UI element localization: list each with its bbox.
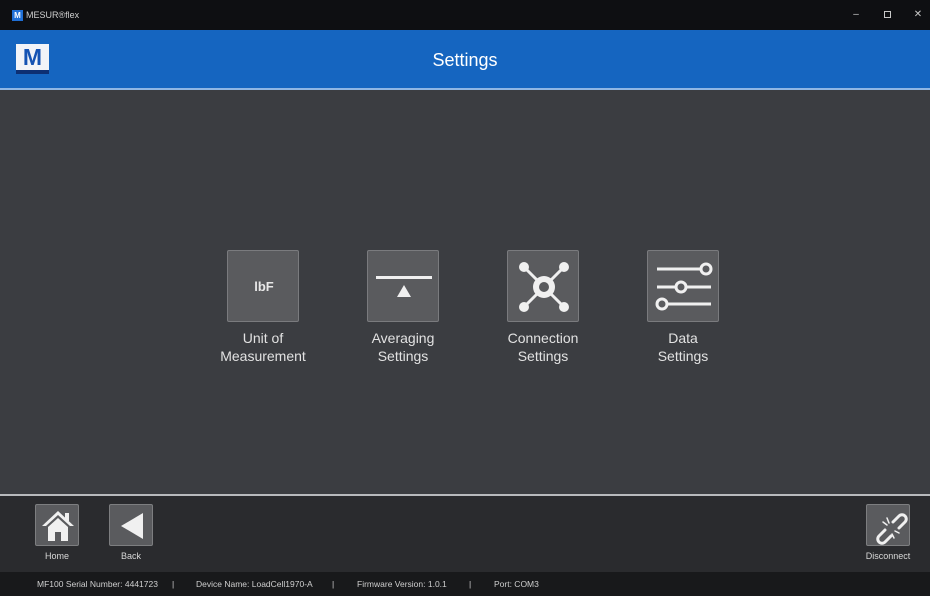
sliders-icon <box>655 262 713 311</box>
averaging-settings-button[interactable] <box>367 250 439 322</box>
maximize-icon <box>883 10 891 18</box>
status-separator: | <box>469 579 472 589</box>
unit-of-measurement-label: Unit of Measurement <box>220 330 306 364</box>
connection-settings-label: Connection Settings <box>507 330 579 364</box>
bottom-toolbar: Home Back Disconnect <box>0 494 930 572</box>
brand-logo-letter: M <box>22 44 43 70</box>
brand-logo: M <box>16 44 49 74</box>
back-arrow-icon <box>121 513 143 539</box>
tile-averaging-settings[interactable]: Averaging Settings <box>348 250 458 365</box>
firmware-version-status: Firmware Version: 1.0.1 <box>357 579 447 589</box>
home-label: Home <box>44 551 69 561</box>
status-bar: MF100 Serial Number: 4441723 | Device Na… <box>0 572 930 596</box>
data-settings-label: Data Settings <box>657 330 709 364</box>
home-nav[interactable]: Home <box>27 504 87 561</box>
app-title: MESUR®flex <box>26 10 80 20</box>
connection-settings-button[interactable] <box>507 250 579 322</box>
minimize-button[interactable]: – <box>846 8 866 22</box>
app-logo-icon: M <box>12 10 23 21</box>
averaging-settings-label: Averaging Settings <box>371 330 435 364</box>
unit-of-measurement-button[interactable]: lbF <box>227 250 299 322</box>
app-window: M MESUR®flex – ✕ Settings M lbF Unit of … <box>0 0 930 596</box>
status-separator: | <box>172 579 175 589</box>
broken-link-icon <box>876 513 908 545</box>
network-hub-icon <box>519 262 569 312</box>
title-bar: M MESUR®flex – ✕ <box>0 0 930 30</box>
data-settings-button[interactable] <box>647 250 719 322</box>
lbf-unit-icon: lbF <box>254 279 274 294</box>
device-name-status: Device Name: LoadCell1970-A <box>196 579 313 589</box>
balance-scale-icon <box>376 276 432 297</box>
back-label: Back <box>120 551 141 561</box>
disconnect-label: Disconnect <box>865 551 911 561</box>
back-nav[interactable]: Back <box>101 504 161 561</box>
close-button[interactable]: ✕ <box>908 8 928 22</box>
header-bar: Settings M <box>0 30 930 90</box>
back-button[interactable] <box>109 504 153 546</box>
tile-data-settings[interactable]: Data Settings <box>628 250 738 365</box>
tile-connection-settings[interactable]: Connection Settings <box>488 250 598 365</box>
serial-number-status: MF100 Serial Number: 4441723 <box>37 579 158 589</box>
disconnect-nav[interactable]: Disconnect <box>858 504 918 561</box>
maximize-button[interactable] <box>877 8 897 22</box>
page-title: Settings <box>432 50 498 70</box>
disconnect-button[interactable] <box>866 504 910 546</box>
status-separator: | <box>332 579 335 589</box>
home-icon <box>42 511 74 541</box>
port-status: Port: COM3 <box>494 579 539 589</box>
tile-unit-of-measurement[interactable]: lbF Unit of Measurement <box>208 250 318 365</box>
home-button[interactable] <box>35 504 79 546</box>
